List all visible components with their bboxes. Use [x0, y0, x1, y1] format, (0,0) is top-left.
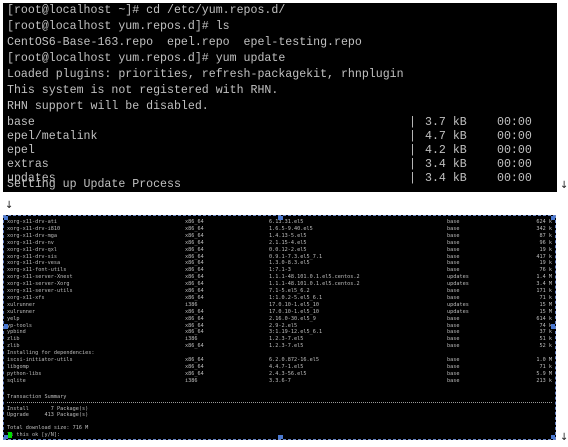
- repo-name: epel: [7, 144, 35, 157]
- terminal-line: [root@localhost ~]# cd /etc/yum.repos.d/: [7, 4, 286, 17]
- terminal-line: This system is not registered with RHN.: [7, 84, 279, 97]
- repo-time: 00:00: [497, 158, 532, 171]
- repo-size: 3.4 kB: [425, 172, 467, 185]
- repo-size: 4.2 kB: [425, 144, 467, 157]
- repo-row: epel | 4.2 kB 00:00: [7, 144, 557, 158]
- frame-handle-icon[interactable]: [4, 324, 8, 329]
- frame-handle-icon[interactable]: [551, 216, 555, 220]
- repo-separator: |: [409, 172, 416, 185]
- repo-time: 00:00: [497, 130, 532, 143]
- package-version: 3.3.6-7: [269, 377, 291, 384]
- down-arrow-icon: ↓: [5, 200, 14, 211]
- terminal-window-top[interactable]: [root@localhost ~]# cd /etc/yum.repos.d/…: [3, 3, 557, 192]
- repo-row: base | 3.7 kB 00:00: [7, 116, 557, 130]
- repo-size: 3.7 kB: [425, 116, 467, 129]
- repo-separator: |: [409, 130, 416, 143]
- cursor-icon: [8, 431, 12, 438]
- upgrade-count: Upgrade 413 Package(s): [7, 412, 89, 419]
- summary-divider: [7, 401, 552, 403]
- frame-handle-icon[interactable]: [551, 435, 555, 439]
- repo-name: base: [7, 116, 35, 129]
- package-name: sqlite: [7, 377, 26, 384]
- package-size: 213 k: [536, 377, 552, 384]
- repo-size: 4.7 kB: [425, 130, 467, 143]
- package-repo: base: [447, 377, 460, 384]
- terminal-line: [root@localhost yum.repos.d]# ls: [7, 20, 230, 33]
- repo-time: 00:00: [497, 144, 532, 157]
- down-arrow-icon: ↓: [560, 180, 568, 191]
- frame-handle-icon[interactable]: [4, 435, 8, 439]
- frame-handle-icon[interactable]: [4, 216, 8, 220]
- repo-name: epel/metalink: [7, 130, 98, 143]
- terminal-line: Setting up Update Process: [7, 178, 181, 191]
- repo-time: 00:00: [497, 172, 532, 185]
- repo-time: 00:00: [497, 116, 532, 129]
- frame-handle-icon[interactable]: [278, 435, 283, 439]
- terminal-line: Loaded plugins: priorities, refresh-pack…: [7, 68, 404, 81]
- terminal-line: CentOS6-Base-163.repo epel.repo epel-tes…: [7, 36, 362, 49]
- repo-name: extras: [7, 158, 49, 171]
- repo-row: epel/metalink | 4.7 kB 00:00: [7, 130, 557, 144]
- repo-separator: |: [409, 158, 416, 171]
- summary-title: Transaction Summary: [7, 393, 67, 400]
- repo-row: extras | 3.4 kB 00:00: [7, 158, 557, 172]
- terminal-window-bottom[interactable]: xorg-x11-drv-ati x86_64 6.13.31.el5 base 624…: [3, 215, 556, 440]
- repo-separator: |: [409, 116, 416, 129]
- package-arch: i386: [185, 377, 198, 384]
- frame-handle-icon[interactable]: [278, 216, 283, 220]
- frame-handle-icon[interactable]: [551, 324, 555, 329]
- table-row: sqlite i386 3.3.6-7 base 213 k: [7, 378, 552, 385]
- terminal-line: RHN support will be disabled.: [7, 100, 209, 113]
- prompt-text: Is this ok [y/N]:: [7, 431, 64, 438]
- repo-separator: |: [409, 144, 416, 157]
- terminal-line: [root@localhost yum.repos.d]# yum update: [7, 52, 286, 65]
- repo-size: 3.4 kB: [425, 158, 467, 171]
- down-arrow-icon: ↓: [560, 432, 568, 443]
